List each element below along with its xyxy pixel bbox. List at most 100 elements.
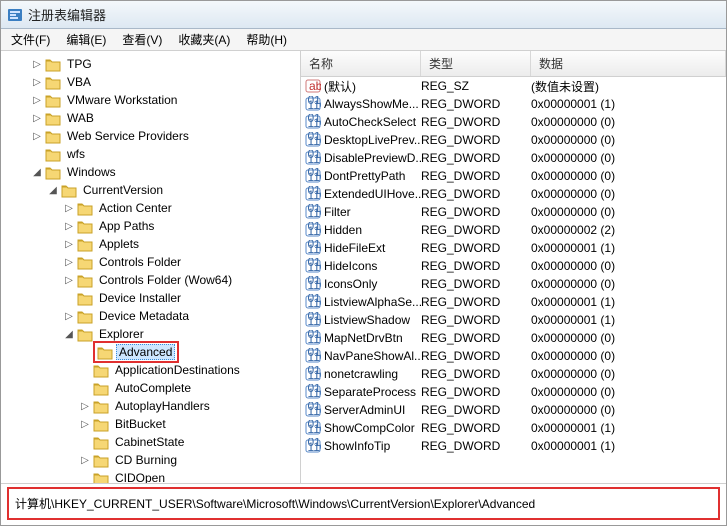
tree-node[interactable]: wfs	[31, 145, 300, 163]
caret-closed-icon[interactable]: ▷	[31, 112, 43, 124]
list-row[interactable]: 011110ListviewAlphaSe...REG_DWORD0x00000…	[301, 293, 726, 311]
list-row[interactable]: 011110ListviewShadowREG_DWORD0x00000001 …	[301, 311, 726, 329]
tree-label[interactable]: ApplicationDestinations	[112, 362, 243, 378]
col-type[interactable]: 类型	[421, 51, 531, 76]
tree-label[interactable]: Action Center	[96, 200, 175, 216]
tree-node[interactable]: CabinetState	[79, 433, 300, 451]
cell-data: 0x00000001 (1)	[531, 421, 726, 435]
col-name[interactable]: 名称	[301, 51, 421, 76]
tree-label[interactable]: Device Installer	[96, 290, 184, 306]
list-row[interactable]: 011110ShowInfoTipREG_DWORD0x00000001 (1)	[301, 437, 726, 455]
caret-closed-icon[interactable]: ▷	[63, 274, 75, 286]
list-row[interactable]: 011110SeparateProcessREG_DWORD0x00000000…	[301, 383, 726, 401]
caret-open-icon[interactable]: ◢	[63, 328, 75, 340]
list-row[interactable]: 011110AutoCheckSelectREG_DWORD0x00000000…	[301, 113, 726, 131]
list-row[interactable]: 011110HiddenREG_DWORD0x00000002 (2)	[301, 221, 726, 239]
tree-node[interactable]: ▷ Controls Folder	[63, 253, 300, 271]
tree-label[interactable]: Windows	[64, 164, 119, 180]
tree-node[interactable]: ▷ Controls Folder (Wow64)	[63, 271, 300, 289]
caret-closed-icon[interactable]: ▷	[31, 94, 43, 106]
cell-data: 0x00000001 (1)	[531, 313, 726, 327]
caret-closed-icon[interactable]: ▷	[31, 58, 43, 70]
tree-node[interactable]: ◢ Windows	[31, 163, 300, 181]
tree-label[interactable]: CabinetState	[112, 434, 187, 450]
caret-closed-icon[interactable]: ▷	[63, 202, 75, 214]
tree-label[interactable]: Device Metadata	[96, 308, 192, 324]
col-data[interactable]: 数据	[531, 51, 726, 76]
tree-node[interactable]: ApplicationDestinations	[79, 361, 300, 379]
tree-node[interactable]: AutoComplete	[79, 379, 300, 397]
tree-node[interactable]: ▷ BitBucket	[79, 415, 300, 433]
list-row[interactable]: ab(默认)REG_SZ(数值未设置)	[301, 77, 726, 95]
tree-node[interactable]: Advanced	[79, 343, 300, 361]
tree-node[interactable]: ▷ Action Center	[63, 199, 300, 217]
tree-label[interactable]: WAB	[64, 110, 97, 126]
tree-label[interactable]: Applets	[96, 236, 142, 252]
caret-closed-icon[interactable]: ▷	[63, 238, 75, 250]
caret-closed-icon[interactable]: ▷	[63, 256, 75, 268]
list-row[interactable]: 011110ExtendedUIHove...REG_DWORD0x000000…	[301, 185, 726, 203]
tree-label[interactable]: wfs	[64, 146, 88, 162]
tree-label[interactable]: App Paths	[96, 218, 157, 234]
tree-node[interactable]: ▷ Device Metadata	[63, 307, 300, 325]
tree-label[interactable]: Web Service Providers	[64, 128, 192, 144]
tree-node[interactable]: Device Installer	[63, 289, 300, 307]
tree-node[interactable]: ▷ VBA	[31, 73, 300, 91]
tree-label[interactable]: VBA	[64, 74, 94, 90]
tree-node[interactable]: ◢ CurrentVersion	[47, 181, 300, 199]
caret-closed-icon[interactable]: ▷	[79, 400, 91, 412]
list-row[interactable]: 011110IconsOnlyREG_DWORD0x00000000 (0)	[301, 275, 726, 293]
list-row[interactable]: 011110AlwaysShowMe...REG_DWORD0x00000001…	[301, 95, 726, 113]
binary-value-icon: 011110	[305, 150, 321, 166]
tree-label[interactable]: AutoplayHandlers	[112, 398, 213, 414]
tree-node[interactable]: ▷ Applets	[63, 235, 300, 253]
tree-node[interactable]: ▷ TPG	[31, 55, 300, 73]
tree-pane[interactable]: ▷ TPG ▷ VBA ▷ VMware Workstation ▷ WAB ▷ Web Serv…	[1, 51, 301, 483]
caret-closed-icon[interactable]: ▷	[79, 454, 91, 466]
caret-closed-icon[interactable]: ▷	[31, 76, 43, 88]
tree-label[interactable]: Explorer	[96, 326, 147, 342]
tree-label[interactable]: AutoComplete	[112, 380, 194, 396]
caret-open-icon[interactable]: ◢	[31, 166, 43, 178]
list-row[interactable]: 011110MapNetDrvBtnREG_DWORD0x00000000 (0…	[301, 329, 726, 347]
caret-open-icon[interactable]: ◢	[47, 184, 59, 196]
status-bar: 计算机\HKEY_CURRENT_USER\Software\Microsoft…	[1, 483, 726, 523]
list-row[interactable]: 011110ShowCompColorREG_DWORD0x00000001 (…	[301, 419, 726, 437]
menu-file[interactable]: 文件(F)	[5, 29, 56, 50]
tree-node[interactable]: ▷ Web Service Providers	[31, 127, 300, 145]
list-row[interactable]: 011110nonetcrawlingREG_DWORD0x00000000 (…	[301, 365, 726, 383]
list-row[interactable]: 011110DisablePreviewD...REG_DWORD0x00000…	[301, 149, 726, 167]
menu-help[interactable]: 帮助(H)	[240, 29, 293, 50]
tree-label[interactable]: CD Burning	[112, 452, 180, 468]
cell-data: 0x00000001 (1)	[531, 241, 726, 255]
tree-label[interactable]: Controls Folder	[96, 254, 184, 270]
tree-node[interactable]: ▷ VMware Workstation	[31, 91, 300, 109]
list-pane[interactable]: 名称 类型 数据 ab(默认)REG_SZ(数值未设置)011110Always…	[301, 51, 726, 483]
caret-closed-icon[interactable]: ▷	[63, 220, 75, 232]
list-row[interactable]: 011110HideIconsREG_DWORD0x00000000 (0)	[301, 257, 726, 275]
tree-label[interactable]: Advanced	[116, 344, 175, 360]
tree-label[interactable]: CurrentVersion	[80, 182, 166, 198]
tree-node[interactable]: ▷ CD Burning	[79, 451, 300, 469]
tree-label[interactable]: VMware Workstation	[64, 92, 180, 108]
tree-node[interactable]: ▷ AutoplayHandlers	[79, 397, 300, 415]
tree-label[interactable]: TPG	[64, 56, 95, 72]
list-row[interactable]: 011110DesktopLivePrev...REG_DWORD0x00000…	[301, 131, 726, 149]
tree-node[interactable]: ▷ WAB	[31, 109, 300, 127]
caret-closed-icon[interactable]: ▷	[63, 310, 75, 322]
tree-node[interactable]: ▷ App Paths	[63, 217, 300, 235]
list-row[interactable]: 011110HideFileExtREG_DWORD0x00000001 (1)	[301, 239, 726, 257]
tree-label[interactable]: Controls Folder (Wow64)	[96, 272, 235, 288]
menu-view[interactable]: 查看(V)	[116, 29, 168, 50]
menu-edit[interactable]: 编辑(E)	[60, 29, 112, 50]
list-row[interactable]: 011110FilterREG_DWORD0x00000000 (0)	[301, 203, 726, 221]
list-row[interactable]: 011110NavPaneShowAl...REG_DWORD0x0000000…	[301, 347, 726, 365]
caret-closed-icon[interactable]: ▷	[79, 418, 91, 430]
tree-label[interactable]: BitBucket	[112, 416, 169, 432]
caret-closed-icon[interactable]: ▷	[31, 130, 43, 142]
list-row[interactable]: 011110ServerAdminUIREG_DWORD0x00000000 (…	[301, 401, 726, 419]
menu-favorites[interactable]: 收藏夹(A)	[172, 29, 236, 50]
list-row[interactable]: 011110DontPrettyPathREG_DWORD0x00000000 …	[301, 167, 726, 185]
tree-node[interactable]: CIDOpen	[79, 469, 300, 483]
tree-label[interactable]: CIDOpen	[112, 470, 168, 483]
